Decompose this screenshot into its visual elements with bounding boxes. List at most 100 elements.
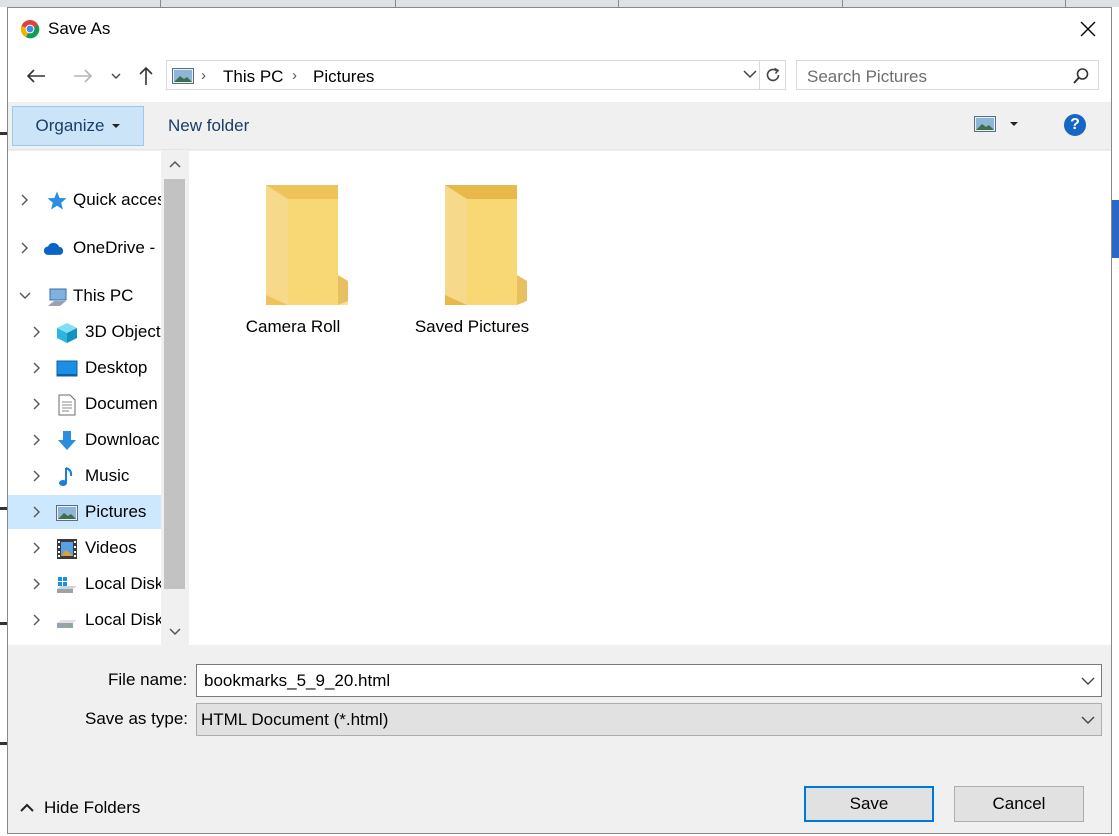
- desktop-icon: [56, 360, 78, 377]
- tree-label: Music: [85, 466, 130, 485]
- help-icon: ?: [1070, 116, 1080, 133]
- scroll-thumb[interactable]: [164, 179, 185, 589]
- breadcrumb-this-pc[interactable]: This PC: [223, 67, 283, 87]
- chevron-right-icon: [33, 506, 40, 518]
- tree-label: OneDrive -: [73, 238, 156, 257]
- chevron-right-icon: [33, 362, 40, 374]
- tree-item-3d-objects[interactable]: 3D Object: [8, 315, 161, 349]
- dialog-title: Save As: [48, 19, 111, 38]
- tree-item-downloads[interactable]: Downloac: [8, 423, 161, 457]
- background-mark: [0, 742, 7, 745]
- chevron-down-icon: [168, 628, 181, 636]
- tree-item-local-disk-c[interactable]: Local Disk: [8, 567, 164, 601]
- tree-label: Downloac: [85, 430, 160, 449]
- tree-label: 3D Object: [85, 322, 161, 341]
- tree-item-desktop[interactable]: Desktop: [8, 351, 161, 385]
- tree-item-videos[interactable]: Videos: [8, 531, 161, 565]
- computer-icon: [48, 288, 67, 306]
- save-button[interactable]: Save: [804, 786, 934, 822]
- close-button[interactable]: [1065, 8, 1111, 50]
- tree-label: This PC: [73, 286, 134, 305]
- tree-label: Pictures: [85, 502, 147, 521]
- organize-button[interactable]: Organize: [12, 106, 144, 146]
- save-as-type-label: Save as type:: [85, 709, 189, 728]
- up-arrow-icon: [139, 66, 153, 85]
- chevron-right-icon: [33, 578, 40, 590]
- up-button[interactable]: [136, 64, 156, 88]
- refresh-button[interactable]: [759, 61, 785, 89]
- tree-label: Local Disk: [85, 574, 164, 593]
- scroll-up-button[interactable]: [161, 151, 188, 177]
- scroll-down-button[interactable]: [161, 619, 188, 645]
- tree-item-quick-access[interactable]: Quick acces: [8, 183, 166, 217]
- windows-drive-icon: [57, 577, 77, 593]
- chevron-down-icon[interactable]: [1081, 674, 1095, 688]
- tab-separator: [1065, 0, 1066, 7]
- chevron-up-icon: [168, 160, 181, 168]
- forward-button[interactable]: [71, 64, 95, 88]
- address-bar[interactable]: › This PC › Pictures: [166, 60, 786, 90]
- chevron-right-icon: [33, 614, 40, 626]
- tree-item-documents[interactable]: Documen: [8, 387, 161, 421]
- tree-item-music[interactable]: Music: [8, 459, 161, 493]
- address-history-dropdown[interactable]: [743, 67, 757, 86]
- cancel-label: Cancel: [992, 794, 1046, 813]
- search-input[interactable]: Search Pictures: [796, 60, 1099, 90]
- chevron-right-icon: [33, 326, 40, 338]
- command-toolbar: Organize New folder ?: [8, 102, 1111, 150]
- file-name-input[interactable]: bookmarks_5_9_20.html: [196, 664, 1102, 697]
- navigation-bar: › This PC › Pictures Search Pictures: [8, 50, 1111, 102]
- change-view-button[interactable]: [974, 116, 1018, 132]
- search-placeholder: Search Pictures: [807, 67, 927, 86]
- tree-label: Desktop: [85, 358, 148, 377]
- chevron-right-icon: [33, 470, 40, 482]
- tab-separator: [395, 0, 396, 7]
- pictures-icon: [56, 505, 78, 521]
- cube-icon: [57, 323, 77, 343]
- chevron-right-icon: [21, 242, 28, 254]
- file-name-label: File name:: [108, 670, 188, 689]
- back-button[interactable]: [24, 64, 48, 88]
- folder-item-saved-pictures[interactable]: Saved Pictures: [387, 181, 557, 341]
- save-as-dialog: Save As › This PC › Pictures Search Pict…: [7, 7, 1112, 834]
- cloud-icon: [43, 242, 64, 255]
- back-arrow-icon: [26, 69, 45, 83]
- background-scroll-accent: [1112, 200, 1119, 258]
- file-list: Camera Roll Saved Pictures: [189, 151, 1111, 645]
- cancel-button[interactable]: Cancel: [954, 786, 1084, 822]
- save-label: Save: [849, 794, 889, 813]
- hide-folders-label: Hide Folders: [44, 798, 141, 817]
- breadcrumb-separator: ›: [201, 67, 206, 84]
- chevron-right-icon: [33, 434, 40, 446]
- background-page-right: [1112, 7, 1119, 836]
- navigation-pane: Quick acces OneDrive - This PC 3D Object…: [8, 151, 188, 645]
- tree-item-pictures[interactable]: Pictures: [8, 495, 161, 529]
- tree-item-local-disk-d[interactable]: Local Disk: [8, 603, 163, 637]
- pictures-location-icon: [172, 68, 194, 84]
- refresh-icon: [766, 67, 779, 82]
- background-mark: [0, 507, 7, 510]
- new-folder-button[interactable]: New folder: [168, 116, 249, 136]
- folder-icon: [266, 185, 348, 305]
- navigation-pane-scrollbar[interactable]: [161, 151, 188, 645]
- folder-name: Saved Pictures: [414, 317, 530, 336]
- view-thumbnail-icon: [974, 116, 996, 132]
- tab-separator: [618, 0, 619, 7]
- drive-icon: [57, 620, 77, 628]
- folder-item-camera-roll[interactable]: Camera Roll: [208, 181, 378, 341]
- save-as-type-select[interactable]: HTML Document (*.html): [196, 703, 1102, 736]
- tree-item-this-pc[interactable]: This PC: [8, 279, 161, 313]
- close-icon: [1080, 21, 1096, 37]
- background-page-left: [0, 7, 7, 836]
- download-icon: [58, 431, 76, 450]
- tree-item-onedrive[interactable]: OneDrive -: [8, 231, 161, 265]
- folder-icon: [445, 185, 527, 305]
- breadcrumb-pictures[interactable]: Pictures: [313, 67, 374, 87]
- recent-locations-button[interactable]: [108, 64, 124, 88]
- breadcrumb-separator: ›: [292, 67, 297, 84]
- tab-separator: [160, 0, 161, 7]
- document-icon: [58, 394, 76, 416]
- background-browser-tabs: [0, 0, 1119, 7]
- help-button[interactable]: ?: [1064, 114, 1086, 136]
- hide-folders-button[interactable]: Hide Folders: [20, 798, 140, 818]
